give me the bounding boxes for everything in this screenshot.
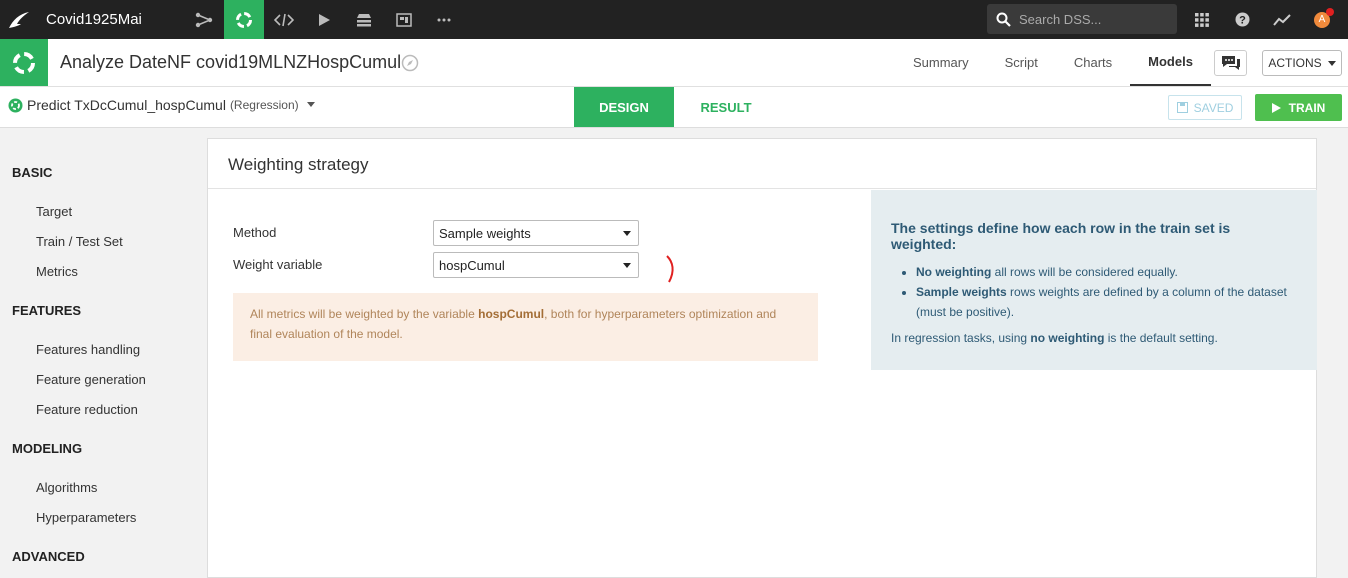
page-title: Analyze DateNF covid19MLNZHospCumul <box>60 52 402 72</box>
tab-models[interactable]: Models <box>1130 39 1211 86</box>
weight-variable-select[interactable]: hospCumul <box>433 252 639 278</box>
search-input[interactable] <box>1019 11 1169 27</box>
analysis-lab-icon <box>0 39 48 86</box>
sidebar-item-algorithms[interactable]: Algorithms <box>36 480 97 495</box>
info-item: No weighting all rows will be considered… <box>916 262 1297 282</box>
header-tabs: Summary Script Charts Models <box>895 39 1211 86</box>
play-icon <box>1271 102 1281 113</box>
info-note-suffix: is the default setting. <box>1104 331 1218 345</box>
train-label: TRAIN <box>1288 100 1326 115</box>
avatar-letter: A <box>1318 14 1326 25</box>
tab-script[interactable]: Script <box>987 39 1056 86</box>
model-selector[interactable]: Predict TxDcCumul_hospCumul (Regression) <box>8 97 319 113</box>
divider <box>208 188 1316 189</box>
weighting-strategy-panel: Weighting strategy Method Sample weights… <box>207 138 1317 578</box>
info-list: No weighting all rows will be considered… <box>916 262 1297 322</box>
method-value: Sample weights <box>439 225 531 241</box>
search-box <box>987 4 1177 34</box>
run-icon[interactable] <box>304 0 344 39</box>
info-item-text: all rows will be considered equally. <box>991 265 1178 279</box>
stack-icon[interactable] <box>344 0 384 39</box>
sidebar-item-metrics[interactable]: Metrics <box>36 264 78 279</box>
info-note: In regression tasks, using no weighting … <box>891 331 1297 345</box>
user-menu[interactable]: A <box>1304 0 1340 39</box>
sidebar-section-features: FEATURES <box>12 303 82 318</box>
info-item-bold: Sample weights <box>916 285 1007 299</box>
dataiku-bird-logo[interactable] <box>0 0 38 39</box>
caret-down-icon <box>623 231 631 236</box>
info-box: The settings define how each row in the … <box>871 190 1317 370</box>
project-name[interactable]: Covid1925Mai <box>46 11 184 28</box>
top-nav: Covid1925Mai ? A <box>0 0 1348 39</box>
warning-prefix: All metrics will be weighted by the vari… <box>250 307 479 321</box>
caret-down-icon <box>1327 60 1336 66</box>
info-item-bold: No weighting <box>916 265 992 279</box>
flow-icon[interactable] <box>184 0 224 39</box>
actions-button[interactable]: ACTIONS <box>1262 50 1342 76</box>
model-bar: Predict TxDcCumul_hospCumul (Regression)… <box>0 87 1348 128</box>
svg-text:?: ? <box>1239 15 1246 27</box>
notification-dot <box>1326 7 1334 16</box>
saved-label: SAVED <box>1193 100 1234 115</box>
info-note-bold: no weighting <box>1030 331 1105 345</box>
info-item: Sample weights rows weights are defined … <box>916 282 1297 322</box>
sidebar-item-target[interactable]: Target <box>36 204 72 219</box>
actions-label: ACTIONS <box>1268 56 1322 70</box>
more-icon[interactable] <box>424 0 464 39</box>
model-kind: (Regression) <box>229 98 299 112</box>
method-label: Method <box>233 225 277 240</box>
settings-sidebar: BASIC Target Train / Test Set Metrics FE… <box>0 128 207 578</box>
tab-design[interactable]: DESIGN <box>574 87 674 127</box>
weighting-warning: All metrics will be weighted by the vari… <box>233 293 818 361</box>
saved-button[interactable]: SAVED <box>1168 95 1242 120</box>
code-icon[interactable] <box>264 0 304 39</box>
sidebar-item-features-handling[interactable]: Features handling <box>36 342 140 357</box>
sidebar-section-modeling: MODELING <box>12 441 83 456</box>
search-icon <box>996 12 1011 27</box>
save-icon <box>1176 102 1188 113</box>
train-button[interactable]: TRAIN <box>1255 94 1342 121</box>
warning-variable: hospCumul <box>478 307 545 321</box>
chat-icon <box>1221 56 1240 70</box>
tab-result[interactable]: RESULT <box>674 87 778 127</box>
section-title: Weighting strategy <box>228 155 369 174</box>
tab-charts[interactable]: Charts <box>1056 39 1130 86</box>
info-note-prefix: In regression tasks, using <box>891 331 1031 345</box>
sidebar-item-hyperparameters[interactable]: Hyperparameters <box>36 510 136 525</box>
info-heading: The settings define how each row in the … <box>891 220 1231 252</box>
activity-icon[interactable] <box>1264 0 1300 39</box>
lab-icon[interactable] <box>224 0 264 39</box>
tab-summary[interactable]: Summary <box>895 39 987 86</box>
sidebar-item-feature-generation[interactable]: Feature generation <box>36 372 146 387</box>
analysis-header: Analyze DateNF covid19MLNZHospCumul Summ… <box>0 39 1348 87</box>
weight-variable-label: Weight variable <box>233 257 323 272</box>
discussions-button[interactable] <box>1214 50 1247 76</box>
model-name: Predict TxDcCumul_hospCumul <box>27 97 226 113</box>
grid-icon[interactable] <box>1184 0 1220 39</box>
chevron-down-icon <box>306 102 315 107</box>
sidebar-section-advanced: ADVANCED <box>12 549 85 564</box>
caret-down-icon <box>623 263 631 268</box>
compass-icon[interactable] <box>401 54 419 77</box>
model-icon <box>8 98 23 112</box>
method-select[interactable]: Sample weights <box>433 220 639 246</box>
sidebar-section-basic: BASIC <box>12 165 53 180</box>
help-icon[interactable]: ? <box>1224 0 1260 39</box>
weight-variable-value: hospCumul <box>439 257 505 273</box>
sidebar-item-train-test-set[interactable]: Train / Test Set <box>36 234 123 249</box>
avatar[interactable]: A <box>1314 7 1334 28</box>
sidebar-item-feature-reduction[interactable]: Feature reduction <box>36 402 138 417</box>
red-annotation-mark <box>666 255 674 283</box>
dashboard-icon[interactable] <box>384 0 424 39</box>
